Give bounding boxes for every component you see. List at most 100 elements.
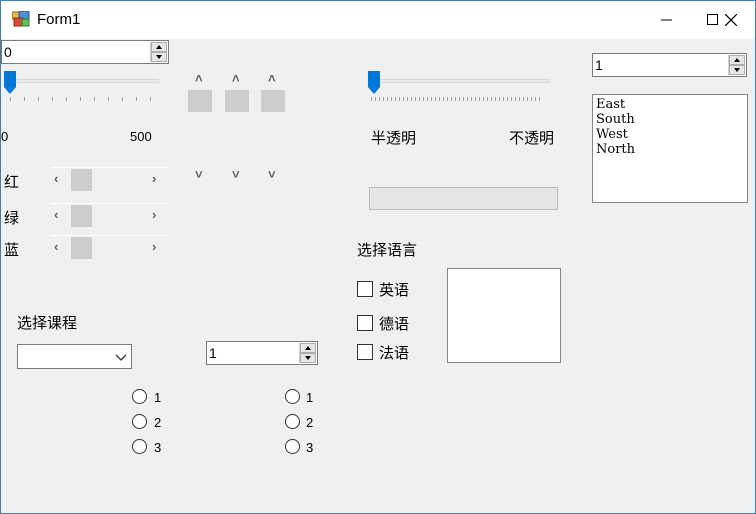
spin-up-button[interactable] (151, 42, 167, 52)
list-item[interactable]: East (596, 97, 744, 112)
direction-listbox[interactable]: East South West North (592, 94, 748, 203)
scrollbar-thumb[interactable] (261, 90, 285, 112)
radio-right-3[interactable] (285, 439, 300, 454)
scrollbar-thumb[interactable] (71, 205, 92, 227)
chevron-down-icon[interactable]: ˅ (232, 167, 240, 182)
opacity-left-label: 半透明 (371, 130, 417, 147)
chevron-left-icon[interactable]: ‹ (54, 239, 58, 254)
radio-right-2[interactable] (285, 414, 300, 429)
top-numeric-value: 0 (4, 44, 12, 60)
trackbar-track (371, 79, 549, 83)
opacity-right-label: 不透明 (509, 130, 555, 147)
green-label: 绿 (4, 210, 20, 227)
top-numeric-spin[interactable] (150, 42, 167, 62)
radio-right-1-label[interactable]: 1 (306, 390, 313, 405)
radio-left-3[interactable] (132, 439, 147, 454)
right-numeric-spin[interactable] (728, 55, 745, 75)
spin-down-button[interactable] (151, 52, 167, 62)
spin-up-button[interactable] (729, 55, 745, 65)
tick (150, 97, 151, 101)
right-numeric-value: 1 (595, 57, 603, 73)
progress-bar (369, 187, 558, 210)
tick (52, 97, 53, 101)
spin-up-button[interactable] (300, 343, 316, 353)
chevron-down-icon[interactable]: ˅ (268, 167, 276, 182)
scrollbar-thumb[interactable] (225, 90, 249, 112)
list-item[interactable]: South (596, 112, 744, 127)
red-scrollbar[interactable]: ‹ › (51, 167, 169, 191)
arrow-down-icon (156, 55, 162, 59)
chevron-down-icon[interactable]: ˅ (195, 167, 203, 182)
arrow-down-icon (734, 68, 740, 72)
radio-right-3-label[interactable]: 3 (306, 440, 313, 455)
radio-left-1-label[interactable]: 1 (154, 390, 161, 405)
spin-down-button[interactable] (729, 65, 745, 75)
scrollbar-thumb[interactable] (188, 90, 212, 112)
checkbox-german-label[interactable]: 德语 (379, 313, 409, 334)
form-window: Form1 0 0 500 ˄ ˅ ˄ ˅ ˄ ˅ 红 ‹ › 绿 ‹ › 蓝 … (0, 0, 756, 514)
radio-right-2-label[interactable]: 2 (306, 415, 313, 430)
green-scrollbar[interactable]: ‹ › (51, 203, 169, 227)
radio-right-1[interactable] (285, 389, 300, 404)
main-trackbar[interactable] (1, 67, 171, 107)
scrollbar-thumb[interactable] (71, 169, 92, 191)
app-icon (12, 11, 30, 27)
radio-left-2-label[interactable]: 2 (154, 415, 161, 430)
radio-left-3-label[interactable]: 3 (154, 440, 161, 455)
checkbox-english-label[interactable]: 英语 (379, 279, 409, 300)
close-button[interactable] (708, 1, 754, 39)
arrow-up-icon (305, 346, 311, 350)
tick (24, 97, 25, 101)
middle-numeric-spin[interactable] (299, 343, 316, 363)
middle-numeric-value: 1 (209, 345, 217, 361)
chevron-up-icon[interactable]: ˄ (195, 71, 203, 86)
list-item[interactable]: North (596, 142, 744, 157)
title-bar[interactable]: Form1 (1, 1, 755, 39)
trackbar-thumb[interactable] (368, 71, 380, 95)
chevron-left-icon[interactable]: ‹ (54, 171, 58, 186)
checkbox-french[interactable] (357, 344, 373, 360)
tick (122, 97, 123, 101)
arrow-down-icon (305, 356, 311, 360)
minimize-button-area (644, 1, 690, 39)
checkbox-german[interactable] (357, 315, 373, 331)
chevron-left-icon[interactable]: ‹ (54, 207, 58, 222)
tick (80, 97, 81, 101)
list-item[interactable]: West (596, 127, 744, 142)
scrollbar-thumb[interactable] (71, 237, 92, 259)
chevron-up-icon[interactable]: ˄ (232, 71, 240, 86)
chevron-down-icon[interactable] (115, 354, 127, 362)
blue-scrollbar[interactable]: ‹ › (51, 235, 169, 259)
chevron-right-icon[interactable]: › (152, 239, 156, 254)
middle-numeric-updown[interactable]: 1 (206, 341, 318, 365)
chevron-up-icon[interactable]: ˄ (268, 71, 276, 86)
trackbar-min-label: 0 (1, 129, 9, 144)
tick (66, 97, 67, 101)
checkbox-french-label[interactable]: 法语 (379, 342, 409, 363)
trackbar-ticks (371, 97, 543, 101)
opacity-trackbar[interactable] (365, 67, 555, 107)
trackbar-track (7, 79, 159, 83)
tick (38, 97, 39, 101)
red-label: 红 (4, 174, 20, 191)
radio-left-2[interactable] (132, 414, 147, 429)
trackbar-thumb[interactable] (4, 71, 16, 95)
arrow-up-icon (734, 58, 740, 62)
right-numeric-updown[interactable]: 1 (592, 53, 747, 77)
course-combobox[interactable] (17, 344, 132, 369)
radio-left-1[interactable] (132, 389, 147, 404)
trackbar-max-label: 500 (130, 129, 152, 144)
top-numeric-updown[interactable]: 0 (1, 40, 169, 64)
chevron-right-icon[interactable]: › (152, 207, 156, 222)
checkbox-english[interactable] (357, 281, 373, 297)
blue-label: 蓝 (4, 242, 20, 259)
vertical-scrollbar-2[interactable]: ˄ ˅ (225, 69, 249, 187)
language-output-box (447, 268, 561, 363)
vertical-scrollbar-1[interactable]: ˄ ˅ (188, 69, 212, 187)
spin-down-button[interactable] (300, 353, 316, 363)
chevron-right-icon[interactable]: › (152, 171, 156, 186)
tick (94, 97, 95, 101)
vertical-scrollbar-3[interactable]: ˄ ˅ (261, 69, 285, 187)
arrow-up-icon (156, 45, 162, 49)
language-title: 选择语言 (357, 242, 418, 259)
